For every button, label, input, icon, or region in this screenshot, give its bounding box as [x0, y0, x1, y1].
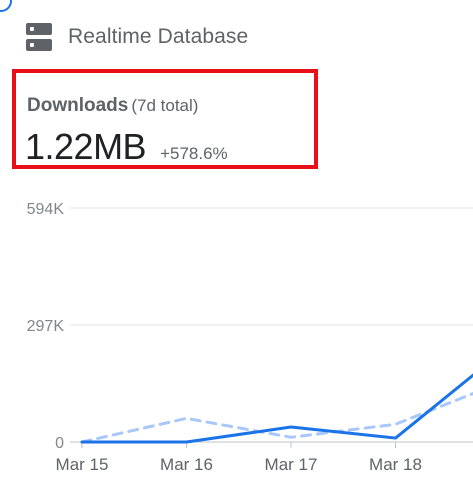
metric-value: 1.22MB — [25, 126, 147, 167]
card-title: Realtime Database — [68, 25, 249, 48]
metric-sublabel: (7d total) — [131, 96, 199, 115]
downloads-series-line — [80, 373, 473, 444]
card-corner-decoration — [0, 0, 12, 12]
card-header: Realtime Database — [26, 22, 248, 52]
metric-label: Downloads — [27, 95, 129, 116]
realtime-database-card[interactable]: Realtime Database Downloads (7d total) 1.… — [0, 0, 473, 500]
downloads-metric-highlight: Downloads (7d total) 1.22MB +578.6% — [12, 69, 318, 169]
downloads-line-chart[interactable]: 594K 297K 0 Mar 15 Mar 16 Mar 17 Mar 18 — [0, 190, 473, 490]
x-tick-label: Mar 18 — [369, 455, 422, 474]
database-icon — [26, 23, 52, 51]
y-tick-label: 0 — [55, 435, 64, 452]
x-tick-label: Mar 16 — [160, 455, 213, 474]
x-tick-label: Mar 17 — [265, 455, 318, 474]
x-tick-label: Mar 15 — [56, 455, 109, 474]
y-tick-label: 594K — [27, 201, 65, 218]
metric-value-row: 1.22MB +578.6% — [25, 126, 228, 168]
comparison-series-line — [80, 391, 473, 444]
metric-label-row: Downloads (7d total) — [27, 95, 198, 117]
metric-change: +578.6% — [160, 144, 228, 163]
y-tick-label: 297K — [27, 318, 65, 335]
